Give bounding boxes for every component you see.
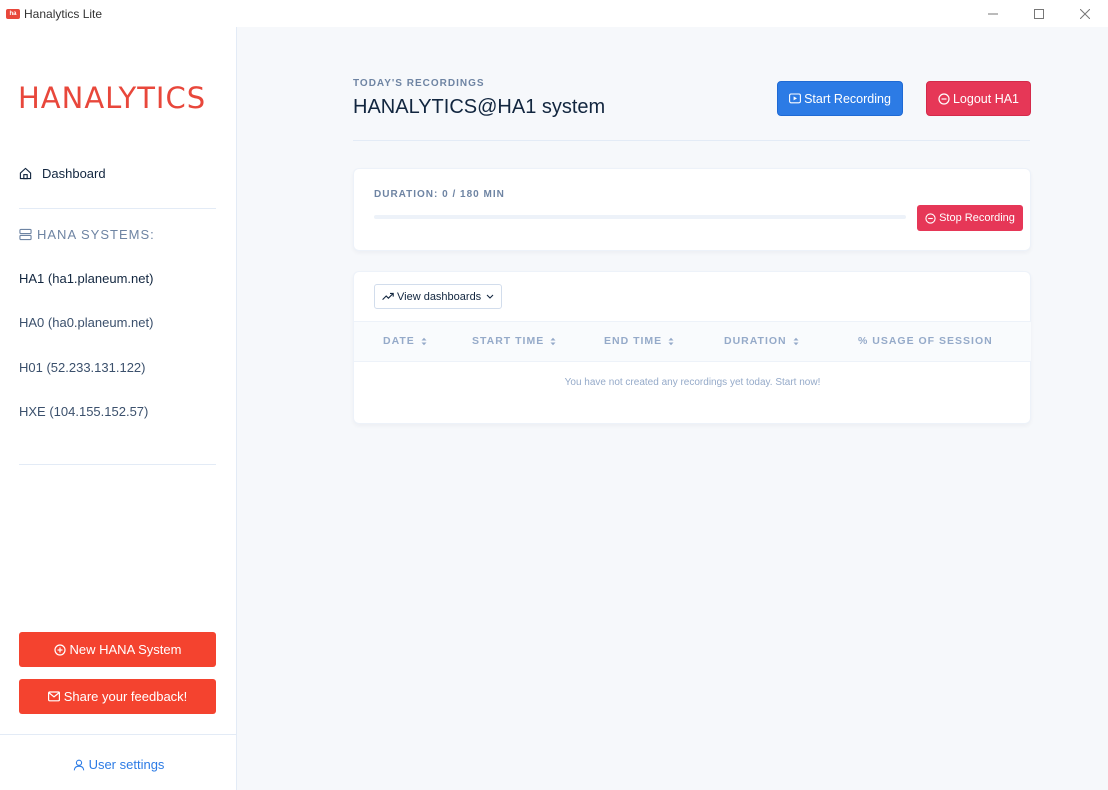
minus-circle-icon — [938, 92, 950, 105]
sidebar-divider — [19, 208, 216, 209]
section-title-text: HANA SYSTEMS: — [37, 227, 155, 242]
view-dashboards-dropdown[interactable]: View dashboards — [374, 284, 503, 309]
column-header-label: END TIME — [604, 335, 663, 347]
user-icon — [73, 759, 85, 771]
window-title: Hanalytics Lite — [24, 6, 103, 21]
empty-table-message: You have not created any recordings yet … — [564, 377, 821, 388]
logout-button[interactable]: Logout HA1 — [926, 81, 1031, 116]
view-dashboards-label: View dashboards — [397, 290, 482, 303]
minimize-button[interactable] — [970, 0, 1016, 27]
stop-recording-label: Stop Recording — [939, 212, 1015, 224]
column-header-start-time[interactable]: START TIME — [472, 335, 556, 347]
user-settings-label: User settings — [88, 757, 165, 772]
sidebar-item-label: Dashboard — [42, 166, 106, 181]
logout-label: Logout HA1 — [952, 91, 1020, 106]
sidebar-item-ha0[interactable]: HA0 (ha0.planeum.net) — [19, 315, 153, 330]
sort-icon — [550, 337, 556, 346]
recordings-card: View dashboards DATE START TIME END TIME… — [353, 271, 1031, 424]
home-icon — [19, 167, 32, 180]
column-header-date[interactable]: DATE — [383, 335, 427, 347]
new-hana-system-button[interactable]: New HANA System — [19, 632, 216, 667]
column-header-label: START TIME — [472, 335, 545, 347]
sort-icon — [793, 337, 799, 346]
user-settings-link[interactable]: User settings — [0, 757, 237, 772]
duration-label: DURATION: 0 / 180 MIN — [374, 189, 505, 200]
sidebar: HANALYTICS Dashboard HANA SYSTEMS: HA1 (… — [0, 27, 237, 790]
server-icon — [19, 228, 32, 241]
start-recording-label: Start Recording — [804, 91, 891, 106]
page-pretitle: TODAY'S RECORDINGS — [353, 78, 485, 89]
sidebar-item-hxe[interactable]: HXE (104.155.152.57) — [19, 404, 148, 419]
maximize-icon — [1034, 8, 1044, 19]
trending-up-icon — [382, 292, 394, 301]
close-button[interactable] — [1062, 0, 1108, 27]
start-recording-button[interactable]: Start Recording — [777, 81, 903, 116]
maximize-button[interactable] — [1016, 0, 1062, 27]
share-feedback-label: Share your feedback! — [63, 689, 188, 704]
sort-icon — [668, 337, 674, 346]
table-header: DATE START TIME END TIME DURATION % USAG… — [354, 321, 1031, 362]
mail-icon — [47, 691, 60, 702]
plus-circle-icon — [53, 643, 66, 656]
stop-recording-button[interactable]: Stop Recording — [917, 205, 1023, 231]
new-hana-system-label: New HANA System — [69, 642, 182, 657]
header-divider — [353, 140, 1030, 141]
minus-circle-icon — [925, 212, 936, 224]
chevron-down-icon — [486, 294, 494, 299]
sidebar-footer-divider — [0, 734, 237, 735]
column-header-label: DURATION — [724, 335, 787, 347]
column-header-label: % USAGE OF SESSION — [858, 335, 993, 347]
sidebar-item-dashboard[interactable]: Dashboard — [19, 166, 106, 181]
app-window: ha Hanalytics Lite HANALYTICS Dashboard — [0, 0, 1108, 790]
column-header-label: DATE — [383, 335, 415, 347]
window-controls — [970, 0, 1108, 27]
duration-progress-bar — [374, 215, 906, 219]
page-title: HANALYTICS@HA1 system — [353, 96, 606, 118]
title-bar: ha Hanalytics Lite — [0, 0, 1108, 27]
sidebar-section-title: HANA SYSTEMS: — [19, 227, 155, 242]
sidebar-item-h01[interactable]: H01 (52.233.131.122) — [19, 360, 145, 375]
video-icon — [789, 93, 802, 104]
column-header-duration[interactable]: DURATION — [724, 335, 799, 347]
column-header-usage: % USAGE OF SESSION — [858, 335, 993, 347]
minimize-icon — [988, 13, 998, 14]
brand-logo[interactable]: HANALYTICS — [18, 81, 206, 115]
share-feedback-button[interactable]: Share your feedback! — [19, 679, 216, 714]
sidebar-item-ha1[interactable]: HA1 (ha1.planeum.net) — [19, 271, 153, 286]
app-icon: ha — [6, 8, 20, 19]
recording-card: DURATION: 0 / 180 MIN Stop Recording — [353, 168, 1031, 251]
sort-icon — [421, 337, 427, 346]
column-header-end-time[interactable]: END TIME — [604, 335, 674, 347]
sidebar-divider — [19, 464, 216, 465]
close-icon — [1080, 8, 1090, 19]
